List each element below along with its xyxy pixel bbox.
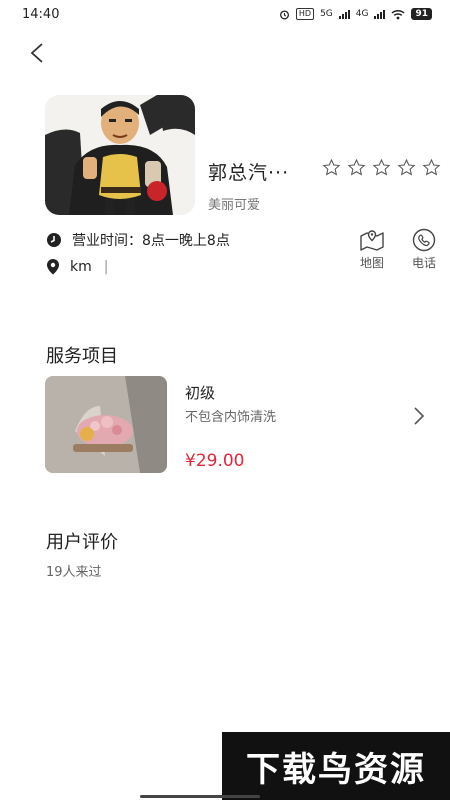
status-time: 14:40 bbox=[22, 6, 60, 22]
star-outline-icon bbox=[397, 158, 416, 176]
services-section-title: 服务项目 bbox=[46, 346, 118, 367]
star-outline-icon bbox=[422, 158, 441, 176]
business-hours-row: 营业时间：8点一晚上8点 bbox=[46, 230, 230, 250]
service-image bbox=[45, 376, 167, 473]
service-item[interactable]: 初级 不包含内饰清洗 ¥29.00 bbox=[45, 376, 435, 474]
map-button[interactable]: 地图 bbox=[352, 228, 392, 271]
chevron-left-icon bbox=[30, 43, 43, 63]
service-description: 不包含内饰清洗 bbox=[185, 410, 277, 425]
signal-1-icon bbox=[338, 9, 350, 19]
back-button[interactable] bbox=[22, 38, 52, 68]
clock-icon bbox=[47, 233, 61, 247]
star-outline-icon bbox=[347, 158, 366, 176]
phone-label: 电话 bbox=[411, 256, 436, 270]
service-price: ¥29.00 bbox=[185, 451, 245, 471]
home-indicator[interactable] bbox=[140, 795, 260, 798]
alarm-icon bbox=[279, 9, 289, 19]
battery-indicator: 91 bbox=[411, 8, 432, 20]
star-outline-icon bbox=[322, 158, 341, 176]
avatar-illustration bbox=[45, 95, 195, 215]
hd-badge: HD bbox=[295, 8, 315, 20]
service-name: 初级 bbox=[185, 384, 216, 402]
status-icons: HD 5G 4G 91 bbox=[279, 8, 432, 20]
network-5g-label: 5G bbox=[320, 9, 333, 19]
status-bar: 14:40 HD 5G 4G 91 bbox=[0, 0, 450, 28]
visitor-count: 19人来过 bbox=[46, 565, 102, 580]
watermark-banner: 下载鸟资源 bbox=[222, 732, 450, 800]
reviews-section-title: 用户评价 bbox=[46, 532, 118, 553]
network-4g-label: 4G bbox=[355, 9, 369, 19]
signal-2-icon bbox=[374, 9, 386, 19]
shop-avatar bbox=[45, 95, 195, 215]
phone-icon bbox=[412, 228, 436, 252]
phone-button[interactable]: 电话 bbox=[404, 228, 444, 271]
shop-rating bbox=[322, 158, 441, 177]
location-pin-icon bbox=[47, 259, 59, 275]
map-icon bbox=[360, 230, 384, 251]
shop-name: 郭总汽··· bbox=[208, 162, 290, 184]
shop-tag: 美丽可爱 bbox=[208, 198, 261, 213]
star-outline-icon bbox=[372, 158, 391, 176]
watermark-text: 下载鸟资源 bbox=[246, 749, 426, 790]
business-hours-text: 营业时间：8点一晚上8点 bbox=[72, 233, 230, 249]
distance-separator: | bbox=[103, 258, 109, 275]
chevron-right-icon bbox=[414, 407, 425, 425]
distance-text: km bbox=[70, 258, 92, 275]
map-label: 地图 bbox=[359, 256, 384, 270]
wifi-icon bbox=[391, 9, 405, 19]
distance-row: km | bbox=[46, 258, 108, 275]
